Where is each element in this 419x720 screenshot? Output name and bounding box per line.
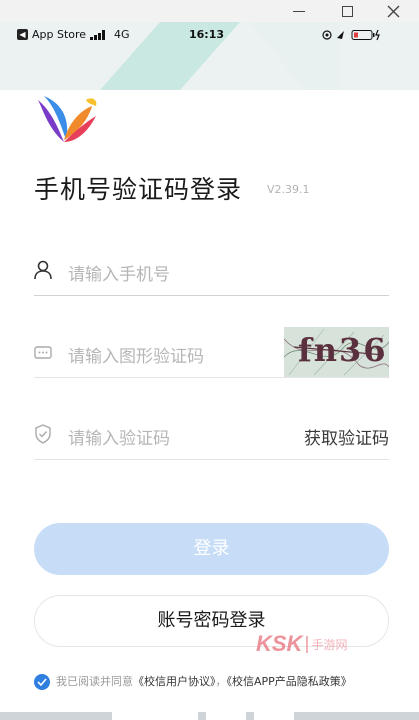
bird-logo-icon — [38, 96, 97, 142]
captcha-image[interactable]: fn36 — [284, 327, 389, 377]
status-time: 16:13 — [189, 28, 225, 41]
agreement-separator: ， — [215, 675, 227, 688]
watermark-sub: 手游网 — [306, 635, 347, 653]
close-icon — [387, 5, 399, 17]
maximize-button[interactable] — [327, 0, 367, 22]
key-2 — [206, 712, 246, 720]
captcha-field[interactable]: 请输入图形验证码 fn36 — [34, 327, 389, 378]
minimize-icon — [293, 10, 305, 12]
user-icon — [34, 260, 52, 280]
get-code-button[interactable]: 获取验证码 — [304, 424, 389, 449]
verification-code-input[interactable]: 请输入验证码 — [68, 424, 170, 449]
agreement-text: 我已阅读并同意《校信用户协议》，《校信APP产品隐私政策》 — [56, 673, 386, 690]
agreement-prefix: 我已阅读并同意 — [56, 675, 133, 688]
check-icon — [37, 678, 47, 686]
agreement-checkbox[interactable] — [34, 674, 50, 690]
user-agreement-link[interactable]: 《校信用户协议》 — [133, 675, 216, 688]
page-title: 手机号验证码登录 — [34, 175, 243, 204]
window-title-bar — [0, 0, 419, 22]
watermark: KSK 手游网 — [256, 631, 347, 657]
maximize-icon — [341, 5, 353, 17]
status-area: ◀ App Store 4G 16:13 — [0, 22, 419, 90]
close-button[interactable] — [373, 0, 413, 22]
phone-input[interactable]: 请输入手机号 — [68, 260, 170, 285]
captcha-input[interactable]: 请输入图形验证码 — [68, 342, 204, 367]
captcha-text: fn36 — [298, 331, 388, 369]
privacy-policy-link[interactable]: 《校信APP产品隐私政策》 — [227, 675, 352, 688]
status-battery-icon — [322, 29, 380, 41]
key-3 — [254, 712, 294, 720]
key-1 — [112, 712, 198, 720]
watermark-brand: KSK — [256, 631, 303, 656]
back-app-icon[interactable]: ◀ — [17, 29, 28, 40]
keyboard-strip — [0, 712, 419, 720]
status-carrier[interactable]: App Store — [32, 28, 86, 41]
shield-icon — [35, 424, 51, 444]
status-bar: ◀ App Store 4G 16:13 — [0, 27, 419, 45]
app-version: V2.39.1 — [267, 183, 310, 196]
minimize-button[interactable] — [279, 0, 319, 22]
phone-field[interactable]: 请输入手机号 — [34, 250, 389, 296]
signal-icon — [90, 30, 105, 40]
login-button[interactable]: 登录 — [34, 523, 389, 575]
status-network: 4G — [114, 28, 130, 41]
captcha-icon — [34, 346, 52, 359]
verification-code-field[interactable]: 请输入验证码 获取验证码 — [34, 414, 389, 460]
